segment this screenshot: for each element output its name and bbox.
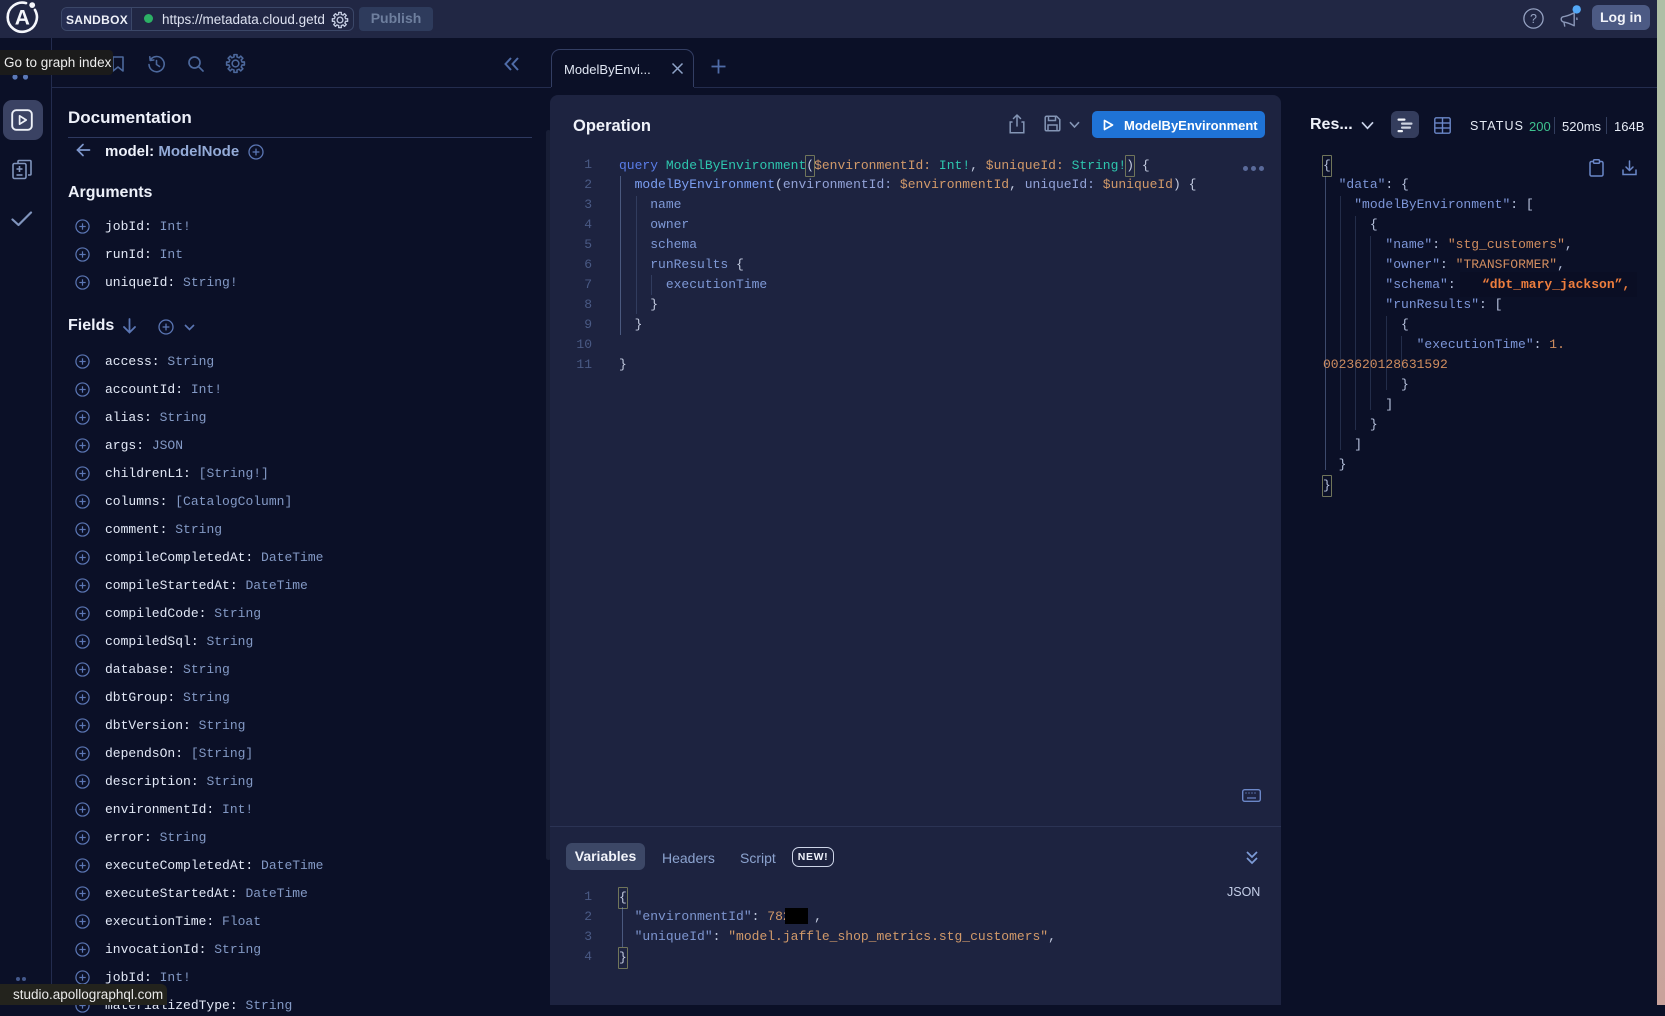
svg-text:?: ? (1530, 12, 1537, 26)
svg-text:A: A (15, 6, 30, 29)
